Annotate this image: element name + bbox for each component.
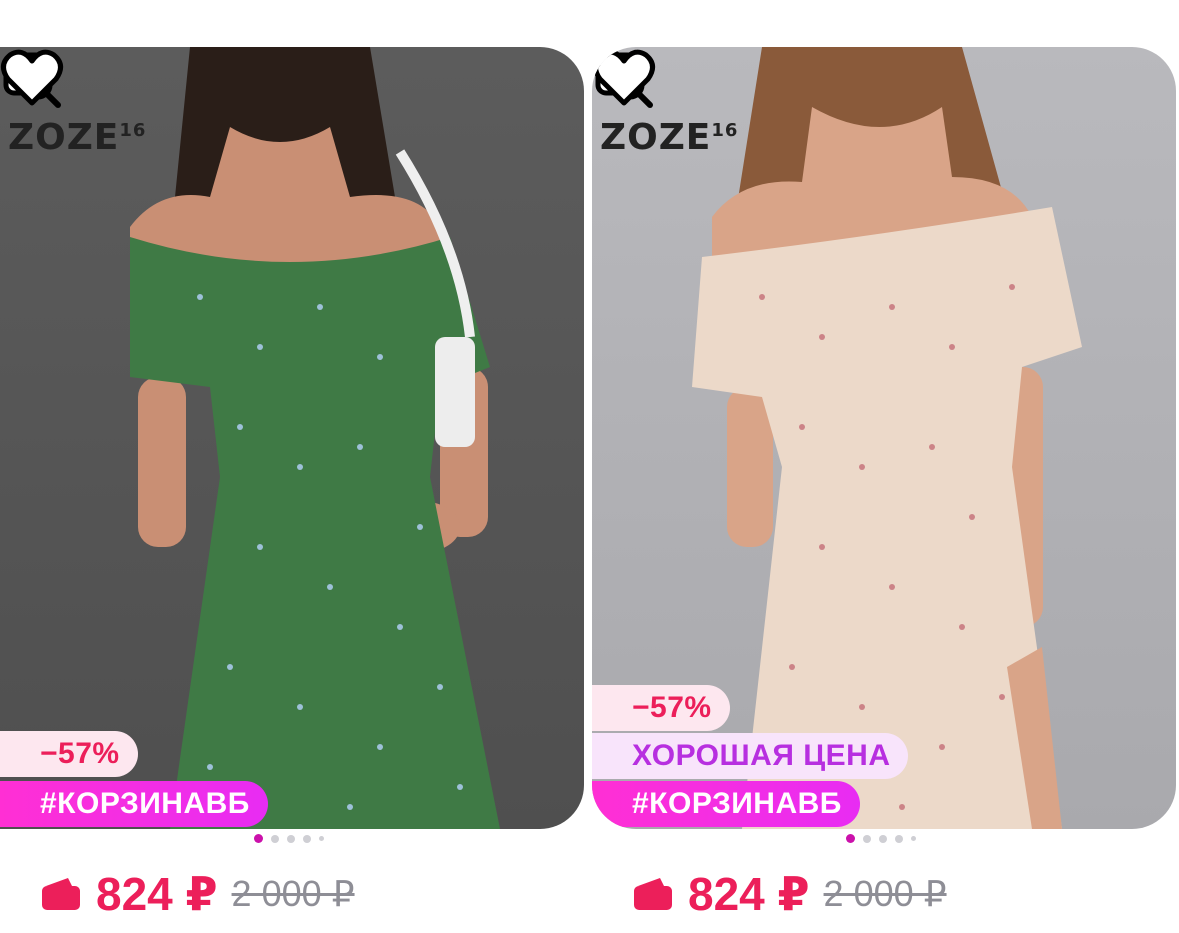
price-row: 824 ₽ 2 000 ₽	[632, 867, 947, 921]
discount-badge: −57%	[592, 685, 730, 731]
price: 824 ₽	[96, 868, 218, 920]
dress-illustration	[130, 47, 500, 829]
product-photo[interactable]: ZOZE16 −57% ХОРОШАЯ ЦЕНА #КОРЗИНАВБ	[592, 47, 1176, 829]
carousel-dots	[846, 834, 916, 843]
tag-badge[interactable]: #КОРЗИНАВБ	[592, 781, 860, 827]
heart-icon[interactable]	[0, 47, 64, 111]
price: 824 ₽	[688, 868, 810, 920]
product-photo[interactable]: ZOZE16 −57% #КОРЗИНАВБ	[0, 47, 584, 829]
product-card-2[interactable]: ZOZE16 −57% ХОРОШАЯ ЦЕНА #КОРЗИНАВБ 824 …	[592, 47, 1176, 933]
wallet-icon	[634, 878, 672, 910]
tag-badge[interactable]: #КОРЗИНАВБ	[0, 781, 268, 827]
discount-badge: −57%	[0, 731, 138, 777]
good-price-badge: ХОРОШАЯ ЦЕНА	[592, 733, 909, 779]
old-price: 2 000 ₽	[823, 873, 947, 914]
wallet-icon	[42, 878, 80, 910]
carousel-dots	[254, 834, 324, 843]
price-row: 824 ₽ 2 000 ₽	[40, 867, 355, 921]
brand-watermark: ZOZE16	[8, 117, 147, 158]
old-price: 2 000 ₽	[231, 873, 355, 914]
product-card-1[interactable]: ZOZE16 −57% #КОРЗИНАВБ 824 ₽ 2 000 ₽	[0, 47, 584, 933]
heart-icon[interactable]	[592, 47, 656, 111]
brand-watermark: ZOZE16	[600, 117, 739, 158]
